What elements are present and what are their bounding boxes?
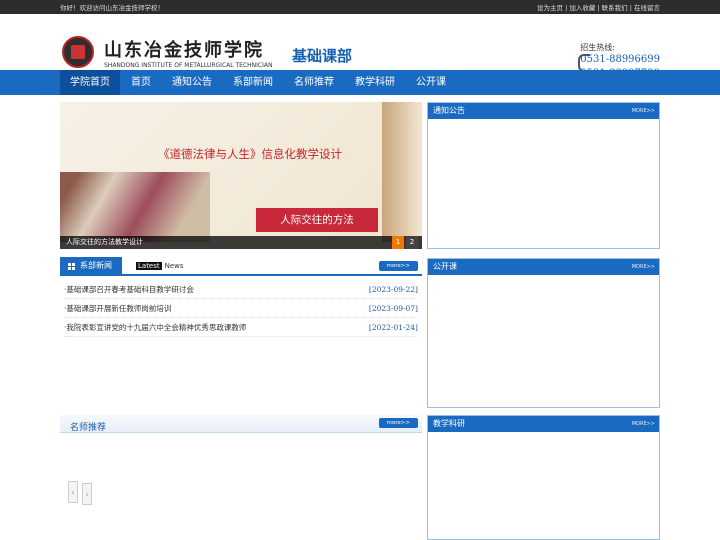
link-leave-message[interactable]: 在线留言 bbox=[634, 4, 660, 12]
list-item[interactable]: ·基础课部召开春考基础科目教学研讨会 [2023-09-22] bbox=[64, 280, 418, 299]
notice-panel: 通知公告 MORE>> bbox=[427, 102, 660, 249]
top-bar: 你好！欢迎访问山东冶金技师学校！ 设为主页 | 加入收藏 | 联系我们 | 在线… bbox=[0, 0, 720, 14]
news-title[interactable]: ·我院表彰宣讲党的十九届六中全会精神优秀思政课教师 bbox=[64, 322, 246, 333]
news-title[interactable]: ·基础课部召开春考基础科目教学研讨会 bbox=[64, 284, 194, 295]
header: 山东冶金技师学院 基础课部 SHANDONG INSTITUTE OF META… bbox=[0, 14, 720, 79]
teachers-more-button[interactable]: more>> bbox=[378, 418, 418, 428]
nav-teachers[interactable]: 名师推荐 bbox=[284, 70, 344, 95]
department-name: 基础课部 bbox=[292, 47, 353, 65]
dept-news-panel: 系部新闻 Latest News more>> ·基础课部召开春考基础科目教学研… bbox=[60, 257, 422, 410]
nav-notices[interactable]: 通知公告 bbox=[162, 70, 222, 95]
dept-news-title: 系部新闻 bbox=[80, 261, 112, 270]
school-logo-icon[interactable] bbox=[62, 36, 94, 68]
next-arrow-icon[interactable]: › bbox=[82, 483, 92, 505]
slide-dot-1[interactable]: 1 bbox=[392, 236, 404, 249]
slide-tag: 人际交往的方法 bbox=[256, 208, 378, 232]
banner-slider[interactable]: 《道德法律与人生》信息化教学设计 人际交往的方法 人际交往的方法教学设计 1 2 bbox=[60, 102, 422, 249]
prev-arrow-icon[interactable]: ‹ bbox=[68, 481, 78, 503]
top-links: 设为主页 | 加入收藏 | 联系我们 | 在线留言 bbox=[537, 4, 660, 12]
research-panel: 教学科研 MORE>> bbox=[427, 415, 660, 540]
slide-headline: 《道德法律与人生》信息化教学设计 bbox=[158, 147, 342, 161]
nav-dept-news[interactable]: 系部新闻 bbox=[223, 70, 283, 95]
nav-home[interactable]: 首页 bbox=[121, 70, 161, 95]
slide-dot-2[interactable]: 2 bbox=[406, 236, 418, 249]
grid-icon bbox=[68, 262, 75, 270]
list-item[interactable]: ·基础课部开展新任教师岗前培训 [2023-09-07] bbox=[64, 299, 418, 318]
news-title[interactable]: ·基础课部开展新任教师岗前培训 bbox=[64, 303, 171, 314]
nav-college-home[interactable]: 学院首页 bbox=[60, 70, 120, 95]
hotline-label: 招生热线: bbox=[580, 43, 615, 52]
link-add-favorite[interactable]: 加入收藏 bbox=[569, 4, 595, 12]
teachers-title: 名师推荐 bbox=[70, 423, 107, 433]
teachers-panel: 名师推荐 more>> ‹ › bbox=[60, 415, 422, 540]
dept-news-tab[interactable]: 系部新闻 bbox=[60, 257, 122, 275]
latest-news-label: Latest News bbox=[136, 262, 184, 270]
slide-caption[interactable]: 人际交往的方法教学设计 bbox=[60, 236, 422, 249]
latest-badge: Latest bbox=[136, 262, 162, 270]
latest-text: News bbox=[164, 262, 184, 270]
main-nav: 学院首页 首页 通知公告 系部新闻 名师推荐 教学科研 公开课 bbox=[0, 70, 720, 95]
slide-window-decor bbox=[382, 102, 422, 242]
research-title: 教学科研 bbox=[433, 419, 465, 428]
open-course-panel: 公开课 MORE>> bbox=[427, 258, 660, 408]
news-list: ·基础课部召开春考基础科目教学研讨会 [2023-09-22] ·基础课部开展新… bbox=[60, 276, 422, 337]
list-item[interactable]: ·我院表彰宣讲党的十九届六中全会精神优秀思政课教师 [2022-01-24] bbox=[64, 318, 418, 337]
hotline-phone-1: 0531-88996699 bbox=[580, 54, 660, 65]
slide-flowers-decor bbox=[60, 172, 210, 242]
news-date: [2023-09-22] bbox=[368, 284, 418, 294]
school-name-en: SHANDONG INSTITUTE OF METALLURGICAL TECH… bbox=[104, 62, 273, 69]
link-set-homepage[interactable]: 设为主页 bbox=[537, 4, 563, 12]
open-course-more-link[interactable]: MORE>> bbox=[632, 259, 659, 275]
school-name-cn: 山东冶金技师学院 bbox=[104, 40, 264, 61]
news-date: [2023-09-07] bbox=[368, 303, 418, 313]
link-contact-us[interactable]: 联系我们 bbox=[602, 4, 628, 12]
nav-research[interactable]: 教学科研 bbox=[345, 70, 405, 95]
research-more-link[interactable]: MORE>> bbox=[632, 416, 659, 432]
welcome-text: 你好！欢迎访问山东冶金技师学校！ bbox=[60, 4, 164, 12]
dept-news-more-button[interactable]: more>> bbox=[378, 261, 418, 271]
notice-panel-title: 通知公告 bbox=[433, 106, 465, 115]
nav-open-course[interactable]: 公开课 bbox=[406, 70, 456, 95]
news-date: [2022-01-24] bbox=[368, 322, 418, 332]
notice-more-link[interactable]: MORE>> bbox=[632, 103, 659, 119]
open-course-title: 公开课 bbox=[433, 262, 457, 271]
